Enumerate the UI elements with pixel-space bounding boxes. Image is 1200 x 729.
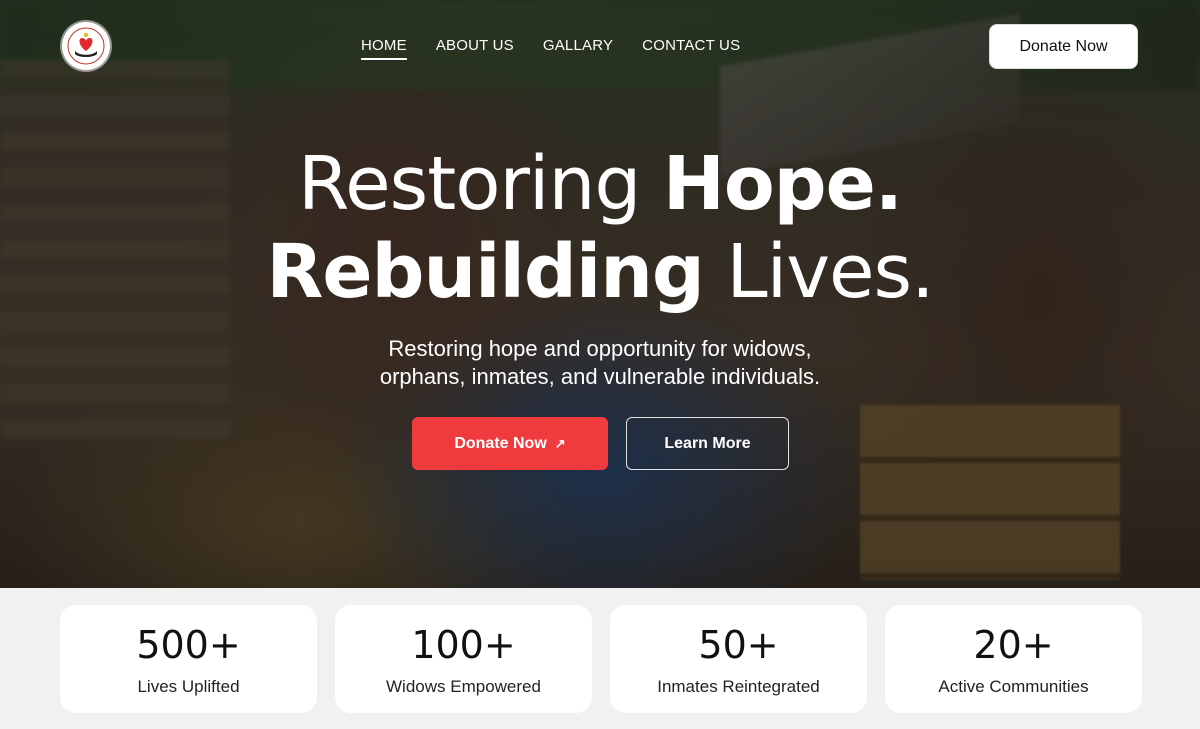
hero-subtext: Restoring hope and opportunity for widow… [300, 335, 900, 391]
headline-line1-bold: Hope. [662, 141, 903, 227]
stat-card-inmates: 50+ Inmates Reintegrated [610, 605, 867, 713]
stat-card-widows: 100+ Widows Empowered [335, 605, 592, 713]
stat-value: 50+ [698, 623, 779, 667]
header-donate-button[interactable]: Donate Now [989, 24, 1138, 69]
site-logo[interactable] [62, 22, 110, 70]
stat-value: 20+ [973, 623, 1054, 667]
stat-card-communities: 20+ Active Communities [885, 605, 1142, 713]
stat-label: Inmates Reintegrated [657, 677, 820, 696]
hero-headline: Restoring Hope. Rebuilding Lives. [0, 140, 1200, 316]
headline-line2-light: Lives. [703, 229, 934, 315]
heart-hands-logo-icon [67, 27, 105, 65]
hero-donate-label: Donate Now [454, 434, 547, 452]
stat-value: 100+ [411, 623, 516, 667]
stat-card-lives: 500+ Lives Uplifted [60, 605, 317, 713]
stat-value: 500+ [136, 623, 241, 667]
stats-section: 500+ Lives Uplifted 100+ Widows Empowere… [0, 588, 1200, 729]
subtext-line-1: Restoring hope and opportunity for widow… [388, 336, 812, 361]
nav-item-gallary[interactable]: GALLARY [543, 37, 613, 60]
nav-item-about-us[interactable]: ABOUT US [436, 37, 514, 60]
learn-more-button[interactable]: Learn More [626, 417, 789, 470]
nav-item-contact-us[interactable]: CONTACT US [642, 37, 740, 60]
arrow-up-right-icon: ↗ [554, 435, 566, 451]
stat-label: Lives Uplifted [137, 677, 240, 696]
headline-line-2: Rebuilding Lives. [0, 228, 1200, 316]
stat-label: Active Communities [938, 677, 1089, 696]
main-nav: HOME ABOUT US GALLARY CONTACT US [361, 37, 740, 60]
headline-line2-bold: Rebuilding [266, 229, 705, 315]
nav-item-home[interactable]: HOME [361, 37, 407, 60]
hero-donate-button[interactable]: Donate Now ↗ [412, 417, 608, 470]
subtext-line-2: orphans, inmates, and vulnerable individ… [379, 364, 821, 389]
hero-section: HOME ABOUT US GALLARY CONTACT US Donate … [0, 0, 1200, 588]
stat-label: Widows Empowered [386, 677, 541, 696]
headline-line1-light: Restoring [298, 141, 663, 227]
headline-line-1: Restoring Hope. [0, 140, 1200, 228]
